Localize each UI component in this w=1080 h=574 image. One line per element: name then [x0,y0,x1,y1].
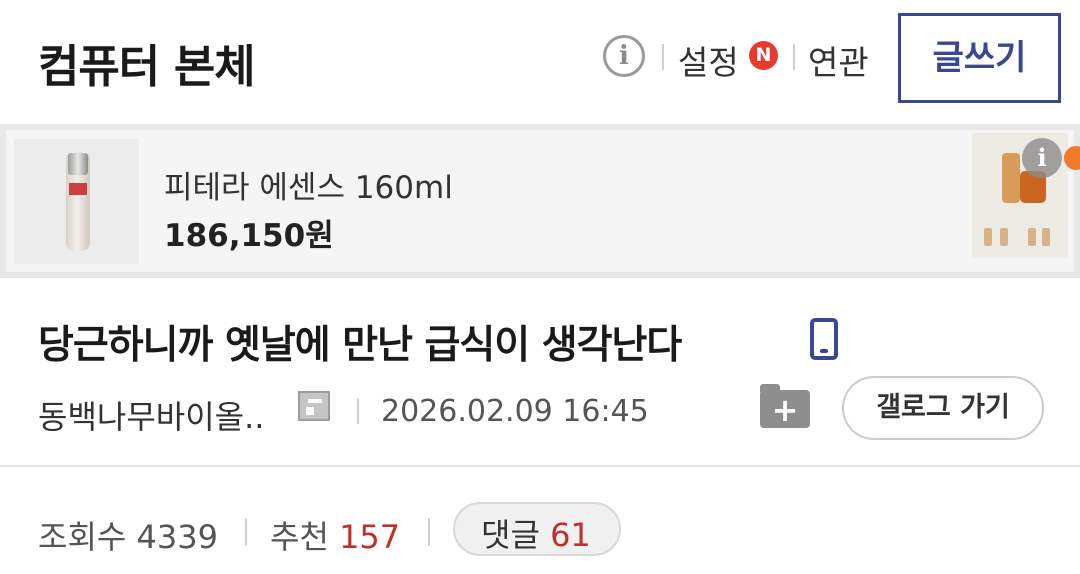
ad-banner[interactable]: 피테라 에센스 160ml 186,150원 i [0,124,1080,278]
comments-count: 61 [550,516,591,554]
views-label: 조회수 [38,518,127,556]
product-image[interactable] [14,139,139,264]
write-button[interactable]: 글쓰기 [898,13,1061,103]
folder-add-icon[interactable]: + [760,384,810,429]
related-link[interactable]: 연관 [808,36,869,84]
post-title: 당근하니까 옛날에 만난 급식이 생각난다 [38,323,682,368]
divider [245,518,247,546]
product-mini [1042,228,1050,246]
bottle-cap [68,153,88,175]
recommend-count: 157 [339,518,401,556]
ad-product-price[interactable]: 186,150원 [164,210,334,255]
bottle-label [69,183,87,195]
views-stat: 조회수 4339 [38,512,218,558]
product-mini [1028,228,1036,246]
plus-icon: + [771,391,799,429]
gallery-header: 컴퓨터 본체 i 설정 N 연관 글쓰기 [0,0,1080,124]
comments-label: 댓글 [481,516,540,554]
ad-info-icon[interactable]: i [1022,138,1062,178]
divider [357,398,359,424]
gallery-title[interactable]: 컴퓨터 본체 [38,30,256,95]
product-mini [1000,228,1008,246]
post-date: 2026.02.09 16:45 [381,394,649,429]
comments-stat[interactable]: 댓글 61 [481,510,591,556]
section-divider [0,465,1080,467]
divider [428,518,430,546]
mobile-icon [810,318,838,360]
ad-content[interactable]: 피테라 에센스 160ml 186,150원 [6,130,1074,272]
recommend-label: 추천 [270,518,329,556]
settings-link[interactable]: 설정 [678,36,739,84]
post-author[interactable]: 동백나무바이올.. [38,392,264,438]
divider [662,44,664,70]
product-jar [1002,153,1020,203]
divider [793,44,795,70]
gallog-button[interactable]: 갤로그 가기 [842,376,1044,440]
info-icon[interactable]: i [603,35,645,77]
fixed-member-icon [298,391,330,421]
ad-product-name[interactable]: 피테라 에센스 160ml [164,162,453,207]
views-count: 4339 [136,518,218,556]
new-badge: N [749,41,778,70]
product-mini [984,228,992,246]
recommend-stat: 추천 157 [270,512,400,558]
